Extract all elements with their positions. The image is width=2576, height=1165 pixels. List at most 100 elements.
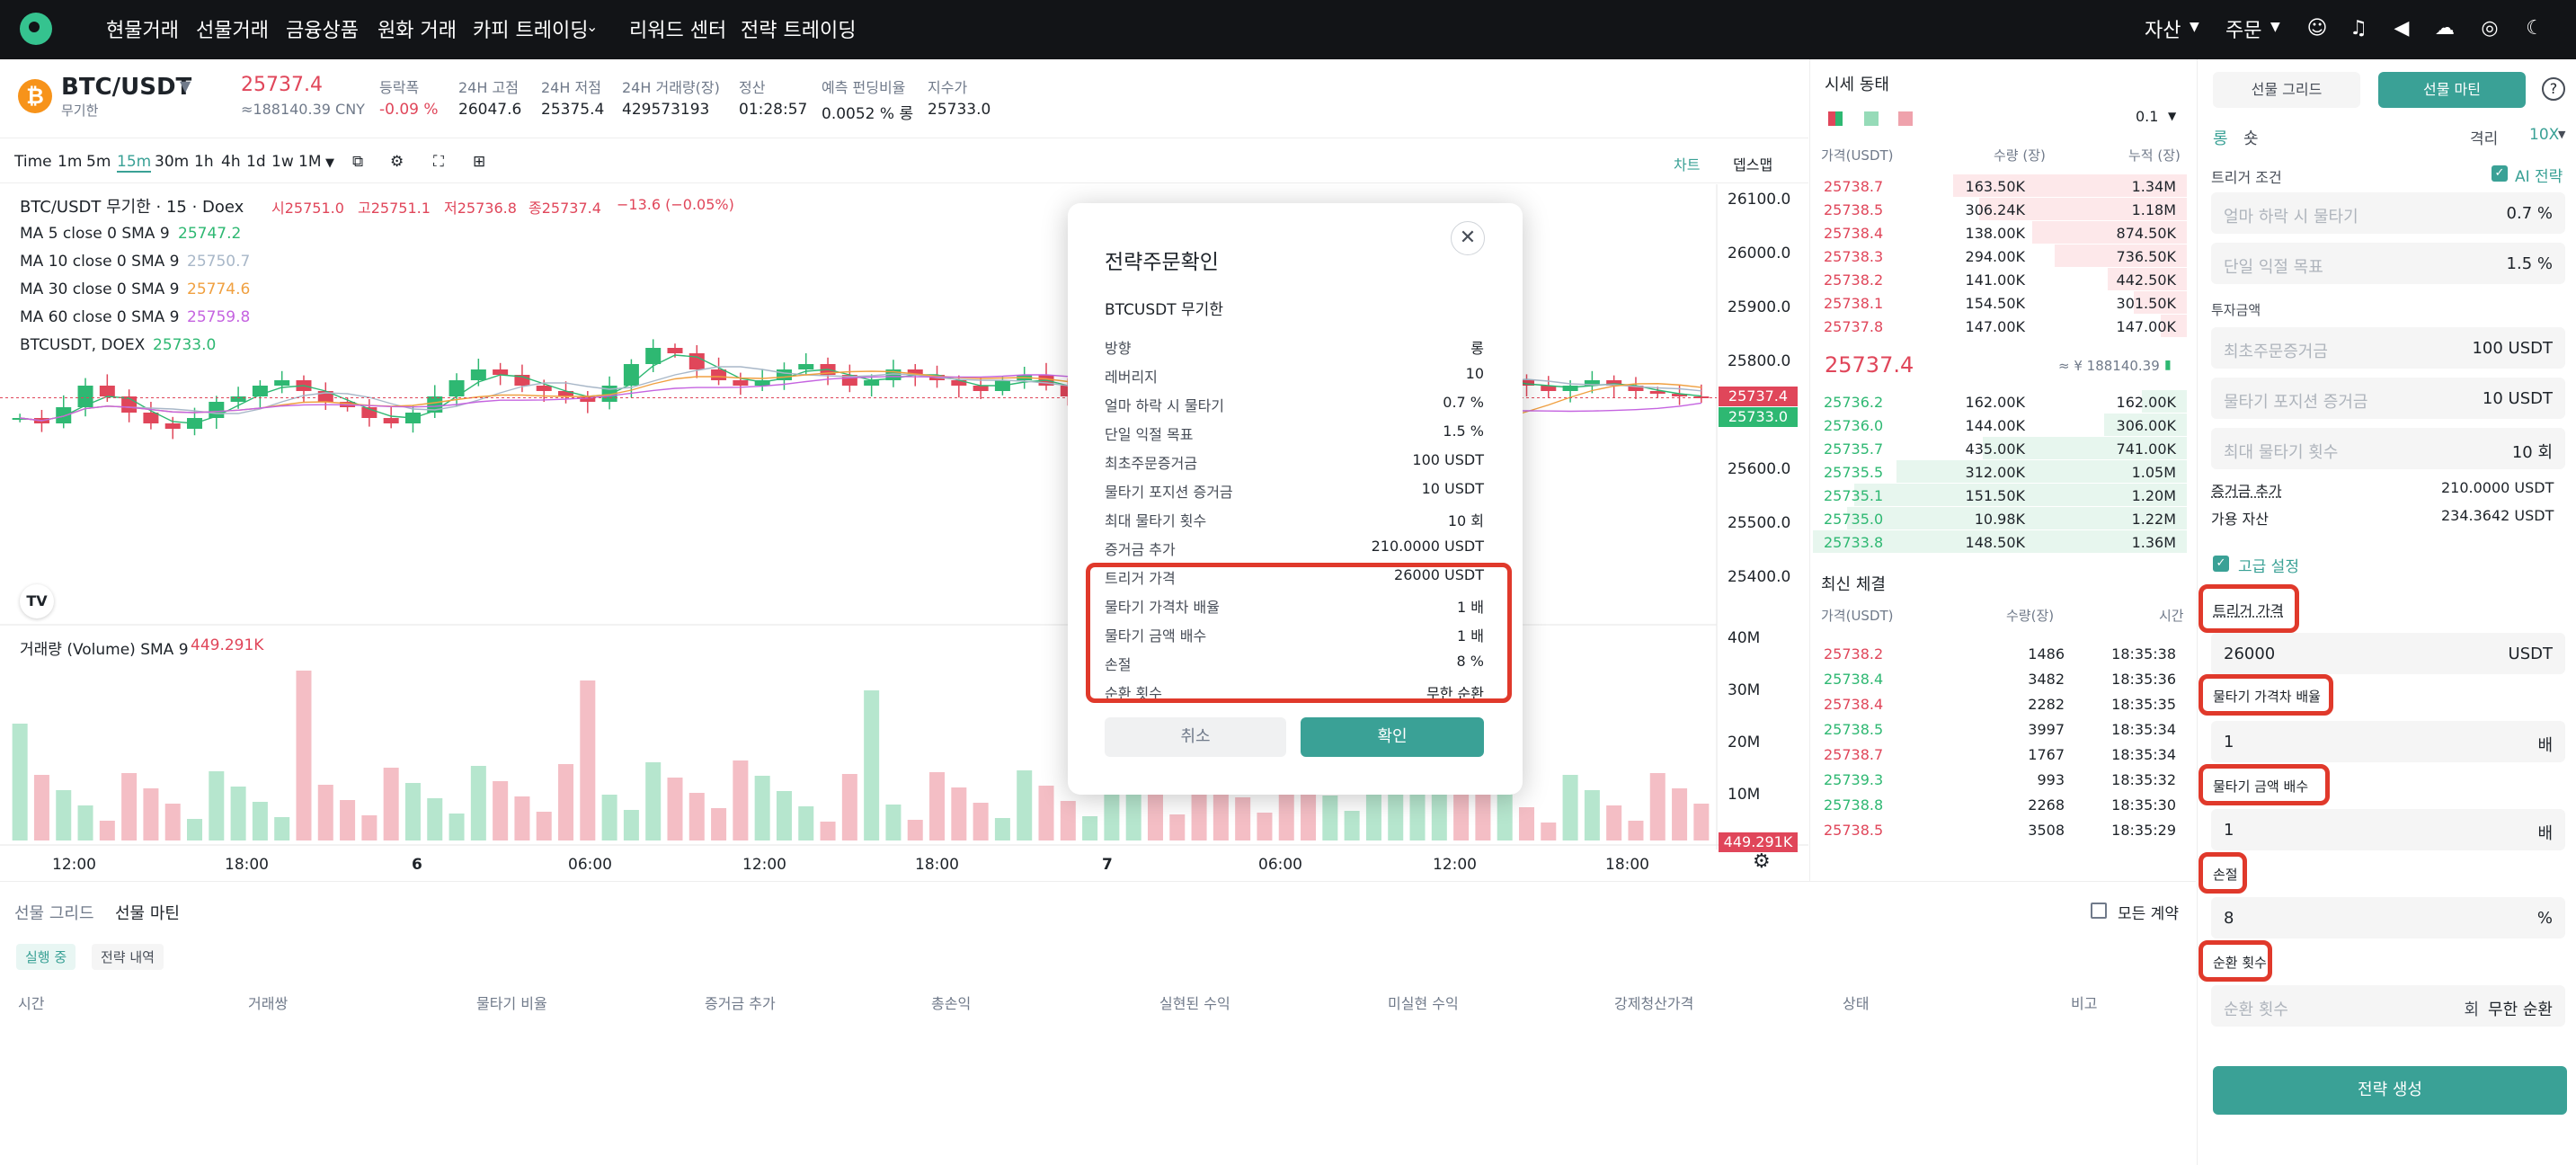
nav-finance[interactable]: 금융상품 <box>286 14 359 43</box>
settings-icon[interactable]: ⚙ <box>1753 850 1771 873</box>
ai-strategy-label[interactable]: AI 전략 <box>2515 164 2563 186</box>
volume-bar <box>427 798 443 840</box>
tab-depth[interactable]: 뎁스맵 <box>1733 153 1772 174</box>
ask-row[interactable]: 25738.4 138.00K 874.50K <box>1809 221 2187 245</box>
chevron-down-icon[interactable]: ▼ <box>2190 20 2199 34</box>
tf-time[interactable]: Time <box>14 153 52 171</box>
help-icon[interactable]: ? <box>2542 77 2565 101</box>
all-contracts-label[interactable]: 모든 계약 <box>2118 901 2179 923</box>
dip-input[interactable]: 얼마 하락 시 물타기 0.7 % <box>2211 192 2565 234</box>
nav-krw[interactable]: 원화 거래 <box>378 14 457 43</box>
gap-ratio-input[interactable]: 1배 <box>2211 721 2565 762</box>
caret-down-icon[interactable]: ▼ <box>2558 129 2565 140</box>
fullscreen-icon[interactable]: ⛶ <box>433 153 444 171</box>
short-button[interactable]: 숏 <box>2243 126 2259 149</box>
download-icon[interactable]: ☁ <box>2432 16 2457 41</box>
nav-orders[interactable]: 주문 <box>2225 14 2261 43</box>
tf-1M[interactable]: 1M <box>298 153 321 171</box>
bid-row[interactable]: 25735.7 435.00K 741.00K <box>1809 437 2187 460</box>
orderbook-bids-icon[interactable] <box>1864 111 1879 126</box>
amount-ratio-input[interactable]: 1배 <box>2211 809 2565 850</box>
bid-row[interactable]: 25735.1 151.50K 1.20M <box>1809 484 2187 507</box>
chart-canvas[interactable] <box>0 184 1808 881</box>
ask-row[interactable]: 25738.3 294.00K 736.50K <box>1809 245 2187 268</box>
indicator-icon[interactable]: ⧉ <box>352 153 363 171</box>
tf-1h[interactable]: 1h <box>194 153 214 171</box>
globe-icon[interactable]: ◎ <box>2477 16 2502 41</box>
user-icon[interactable]: ☺ <box>2305 16 2330 41</box>
subtab-running[interactable]: 실행 중 <box>16 944 76 970</box>
volume-bar <box>1497 792 1513 840</box>
tf-15m[interactable]: 15m <box>117 153 152 173</box>
ask-row[interactable]: 25738.5 306.24K 1.18M <box>1809 198 2187 221</box>
advanced-checkbox[interactable]: ✓ <box>2213 556 2229 572</box>
bid-cum: 741.00K <box>2116 440 2176 458</box>
nav-spot[interactable]: 현물거래 <box>106 14 179 43</box>
price-chart[interactable] <box>0 184 1808 881</box>
bottom-tab-martin[interactable]: 선물 마틴 <box>115 901 180 924</box>
logo-icon[interactable] <box>20 13 52 45</box>
candle-body <box>143 413 159 423</box>
ask-row[interactable]: 25737.8 147.00K 147.00K <box>1809 315 2187 338</box>
nav-assets[interactable]: 자산 <box>2145 14 2181 43</box>
caret-down-icon[interactable]: ▼ <box>325 156 334 170</box>
nav-copy-trading[interactable]: 카피 트레이딩 <box>473 14 588 43</box>
trigger-price-input[interactable]: 26000 USDT <box>2211 633 2565 674</box>
orderbook-asks-icon[interactable] <box>1898 111 1913 126</box>
nav-futures[interactable]: 선물거래 <box>196 14 269 43</box>
volume-bar <box>514 796 530 840</box>
bid-row[interactable]: 25735.0 10.98K 1.22M <box>1809 507 2187 530</box>
chevron-down-icon[interactable]: ▼ <box>2270 20 2280 34</box>
close-icon[interactable]: ✕ <box>1451 221 1485 255</box>
tab-chart[interactable]: 차트 <box>1674 153 1700 174</box>
stop-loss-input[interactable]: 8% <box>2211 897 2565 938</box>
modal-cancel-button[interactable]: 취소 <box>1105 717 1286 757</box>
announcement-icon[interactable]: ◀ <box>2389 16 2414 41</box>
tf-1w[interactable]: 1w <box>271 153 294 171</box>
long-button[interactable]: 롱 <box>2213 126 2228 149</box>
bid-row[interactable]: 25736.0 144.00K 306.00K <box>1809 414 2187 437</box>
orderbook-both-icon[interactable] <box>1828 111 1843 126</box>
layout-icon[interactable]: ⊞ <box>473 153 485 171</box>
create-strategy-button[interactable]: 전략 생성 <box>2213 1066 2567 1115</box>
ask-row[interactable]: 25738.1 154.50K 301.50K <box>1809 291 2187 315</box>
ask-row[interactable]: 25738.7 163.50K 1.34M <box>1809 174 2187 198</box>
theme-icon[interactable]: ☾ <box>2522 16 2547 41</box>
tab-futures-martin[interactable]: 선물 마틴 <box>2378 72 2526 108</box>
bid-row[interactable]: 25736.2 162.00K 162.00K <box>1809 390 2187 414</box>
tradingview-logo[interactable]: TV <box>20 584 54 618</box>
nav-rewards[interactable]: 리워드 센터 <box>629 14 726 43</box>
dca-margin-input[interactable]: 물타기 포지션 증거금 10 USDT <box>2211 378 2565 419</box>
subtab-history[interactable]: 전략 내역 <box>92 944 164 970</box>
chevron-down-icon[interactable]: ⌄ <box>586 18 598 35</box>
nav-strategy[interactable]: 전략 트레이딩 <box>741 14 856 43</box>
tab-futures-grid[interactable]: 선물 그리드 <box>2213 72 2360 108</box>
precision-select[interactable]: 0.1 <box>2136 108 2158 125</box>
initial-margin-input[interactable]: 최초주문증거금 100 USDT <box>2211 327 2565 369</box>
tf-30m[interactable]: 30m <box>155 153 189 171</box>
bid-row[interactable]: 25733.8 148.50K 1.36M <box>1809 530 2187 554</box>
advanced-label[interactable]: 고급 설정 <box>2238 554 2299 576</box>
caret-down-icon[interactable]: ▼ <box>180 77 191 94</box>
pair-name[interactable]: BTC/USDT <box>61 74 191 101</box>
bid-row[interactable]: 25735.5 312.00K 1.05M <box>1809 460 2187 484</box>
tf-4h[interactable]: 4h <box>221 153 241 171</box>
leverage-select[interactable]: 10X <box>2529 126 2559 144</box>
tf-1d[interactable]: 1d <box>246 153 266 171</box>
bell-icon[interactable]: ♫ <box>2346 16 2371 41</box>
bottom-tab-grid[interactable]: 선물 그리드 <box>14 901 94 924</box>
modal-confirm-button[interactable]: 확인 <box>1301 717 1484 757</box>
margin-mode[interactable]: 격리 <box>2470 126 2498 148</box>
ai-checkbox[interactable]: ✓ <box>2492 165 2508 182</box>
gear-icon[interactable]: ⚙ <box>390 153 404 171</box>
caret-down-icon[interactable]: ▼ <box>2168 110 2176 122</box>
tp-input[interactable]: 단일 익절 목표 1.5 % <box>2211 243 2565 284</box>
volume-bar <box>776 791 792 840</box>
tf-5m[interactable]: 5m <box>86 153 111 171</box>
max-dca-input[interactable]: 최대 물타기 횟수 10 회 <box>2211 428 2565 469</box>
cycles-input[interactable]: 순환 횟수 회 무한 순환 <box>2211 985 2565 1027</box>
vol-tick: 10M <box>1728 786 1761 804</box>
ask-row[interactable]: 25738.2 141.00K 442.50K <box>1809 268 2187 291</box>
tf-1m[interactable]: 1m <box>58 153 82 171</box>
all-contracts-checkbox[interactable] <box>2091 903 2107 919</box>
